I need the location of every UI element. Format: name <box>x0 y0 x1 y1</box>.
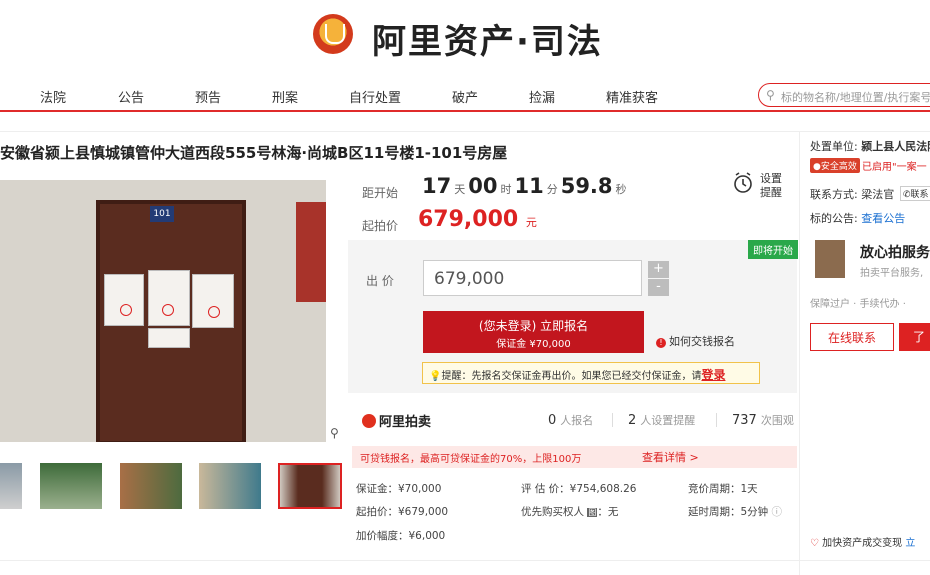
search-input[interactable]: ⚲ 标的物名称/地理位置/执行案号 <box>758 83 930 107</box>
thumbnail-5-selected[interactable] <box>278 463 342 509</box>
bid-decrease-button[interactable]: - <box>648 279 669 296</box>
increment-info: 加价幅度：¥6,000 <box>356 530 446 542</box>
deposit-info: 保证金：¥70,000 <box>356 483 442 495</box>
search-placeholder: 标的物名称/地理位置/执行案号 <box>781 91 930 104</box>
countdown-hours: 00 <box>468 174 498 198</box>
view-count: 737 次围观 <box>732 413 794 428</box>
delay-cycle-info: 延时周期：5分钟 ⓘ <box>688 506 783 518</box>
online-contact-button[interactable]: 在线联系 <box>810 323 894 351</box>
phone-contact-chip[interactable]: ✆联系 <box>900 186 930 201</box>
notice-row: 标的公告: 查看公告 <box>810 212 906 225</box>
header: 阿里资产·司法 <box>0 0 930 75</box>
view-notice-link[interactable]: 查看公告 <box>861 212 905 225</box>
nav-item-criminal[interactable]: 刑案 <box>272 87 298 106</box>
accelerate-sale-link[interactable]: ♡ 加快资产成交变现 立 <box>810 534 915 549</box>
bid-cycle-info: 竞价周期：1天 <box>688 483 758 495</box>
loan-details-link[interactable]: 查看详情 > <box>642 449 699 465</box>
start-price-info: 起拍价：¥679,000 <box>356 506 449 518</box>
status-badge: 即将开始 <box>748 240 798 259</box>
nav-item-court[interactable]: 法院 <box>40 87 66 106</box>
priority-buyer-info: 优先购买权人 图：无 <box>521 506 619 518</box>
nav-item-preview[interactable]: 预告 <box>195 87 221 106</box>
safe-text: 已启用"一案一 <box>862 162 927 173</box>
court-emblem-icon[interactable] <box>313 14 353 54</box>
learn-more-button[interactable]: 了 <box>899 323 930 351</box>
phone-icon: ✆ <box>903 190 911 200</box>
contact-row: 联系方式: 梁法官 <box>810 188 895 201</box>
start-price-label: 起拍价 <box>362 219 399 233</box>
signup-button[interactable]: (您未登录) 立即报名 保证金 ¥70,000 <box>423 311 644 353</box>
divider <box>0 560 930 561</box>
nav-item-bankruptcy[interactable]: 破产 <box>452 87 478 106</box>
bid-label: 出 价 <box>366 274 394 288</box>
countdown-timer: 17 天 00 时 11 分 59.8 秒 <box>422 174 627 198</box>
thumbnail-4[interactable] <box>199 463 261 509</box>
set-reminder-link[interactable]: 设置提醒 <box>760 172 784 200</box>
bid-increase-button[interactable]: + <box>648 261 669 278</box>
ali-auction-logo-icon <box>362 414 376 428</box>
main-photo[interactable]: 101 <box>0 180 326 442</box>
zoom-icon[interactable]: ⚲ <box>330 426 339 440</box>
thumbnail-3[interactable] <box>120 463 182 509</box>
service-tags: 保障过户 · 手续代办 · <box>810 299 906 310</box>
building-icon <box>815 240 845 278</box>
safe-badge: ●安全高效 <box>810 158 860 173</box>
countdown-days: 17 <box>422 174 452 198</box>
priority-badge[interactable]: 图 <box>587 508 598 517</box>
nav-item-announcement[interactable]: 公告 <box>118 87 144 106</box>
bid-amount-input[interactable]: 679,000 <box>423 260 642 296</box>
door-number-plate: 101 <box>150 206 174 222</box>
handshake-icon: ♡ <box>810 538 819 549</box>
divider <box>0 131 930 132</box>
countdown-label: 距开始 <box>362 186 399 200</box>
listing-title: 安徽省颍上县慎城镇管仲大道西段555号林海·尚城B区11号楼1-101号房屋 <box>0 144 508 162</box>
how-to-pay-link[interactable]: ! 如何交钱报名 <box>656 333 735 349</box>
start-price-value: 679,000 元 <box>418 207 537 232</box>
login-notice: 💡提醒：先报名交保证金再出价。如果您已经交付保证金，请登录 <box>422 362 760 384</box>
thumbnail-2[interactable] <box>40 463 102 509</box>
reminder-count: 2 人设置提醒 <box>628 413 696 428</box>
nav-item-bargain[interactable]: 捡漏 <box>529 87 555 106</box>
thumbnail-1[interactable] <box>0 463 22 509</box>
alarm-clock-icon[interactable] <box>733 172 753 194</box>
countdown-minutes: 11 <box>514 174 544 198</box>
info-icon: ! <box>656 338 666 348</box>
search-icon: ⚲ <box>766 88 775 102</box>
signup-count: 0 人报名 <box>548 413 594 428</box>
service-title: 放心拍服务 <box>860 245 930 261</box>
site-logo-text[interactable]: 阿里资产·司法 <box>372 14 603 63</box>
org-name[interactable]: 颍上县人民法院 <box>861 140 930 153</box>
service-subtitle: 拍卖平台服务, <box>860 268 924 279</box>
appraisal-info: 评 估 价：¥754,608.26 <box>521 483 637 495</box>
ali-auction-logo: 阿里拍卖 <box>362 411 431 430</box>
nav-item-leads[interactable]: 精准获客 <box>606 87 658 106</box>
help-icon[interactable]: ⓘ <box>772 506 783 518</box>
nav-item-self-disposal[interactable]: 自行处置 <box>349 87 401 106</box>
login-link[interactable]: 登录 <box>701 368 725 382</box>
loan-text: 可贷钱报名，最高可贷保证金的70%，上限100万 <box>360 454 582 465</box>
bulb-icon: 💡 <box>429 371 442 382</box>
countdown-seconds: 59.8 <box>560 174 613 198</box>
door-image <box>96 200 246 442</box>
org-row: 处置单位: 颍上县人民法院 <box>810 138 930 154</box>
shield-icon: ● <box>813 162 821 172</box>
